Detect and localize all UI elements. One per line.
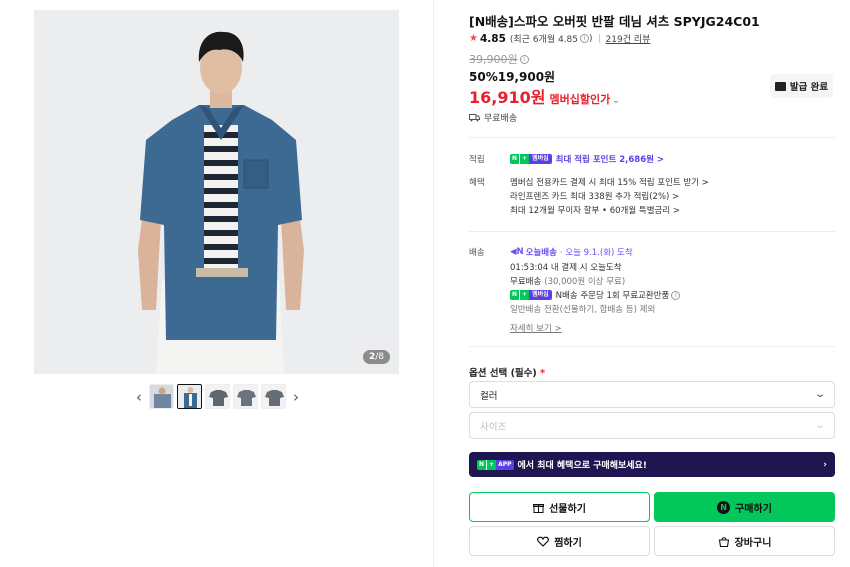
- rating-score: 4.85: [479, 32, 506, 45]
- product-main-image[interactable]: 2/8: [34, 10, 399, 374]
- heart-icon: [537, 536, 550, 547]
- free-shipping-row: 무료배송 (30,000원 이상 무료): [510, 277, 626, 287]
- color-select-label: 컬러: [480, 390, 498, 402]
- size-select[interactable]: 사이즈 ⌄: [469, 412, 835, 439]
- thumbnail-4[interactable]: [233, 384, 258, 409]
- thumbnail-2[interactable]: [177, 384, 202, 409]
- app-banner-text: 에서 최대 혜택으로 구매해보세요!: [517, 461, 647, 471]
- member-price-row[interactable]: 16,910원 멤버십할인가 ⌄: [469, 84, 620, 108]
- chevron-right-icon: ›: [823, 459, 827, 470]
- column-divider: [433, 0, 434, 567]
- max-points-text: 최대 적립 포인트 2,686원 >: [555, 155, 665, 165]
- truck-icon: [469, 113, 480, 121]
- buy-button[interactable]: N 구매하기: [654, 492, 835, 522]
- benefit-line-3[interactable]: 최대 12개월 무이자 할부 • 60개월 특별금리 >: [510, 204, 680, 216]
- rating-detail-end: ): [589, 33, 593, 44]
- benefit-line-1[interactable]: 멤버십 전용카드 결제 시 최대 15% 적립 포인트 받기 >: [510, 176, 709, 188]
- chevron-down-icon: ⌄: [612, 96, 620, 106]
- coupon-label: 발급 완료: [789, 82, 829, 93]
- model-photo: [34, 10, 399, 374]
- price-info-icon[interactable]: i: [519, 54, 529, 64]
- npay-app-badge: N + APP: [477, 459, 514, 470]
- next-thumb-arrow[interactable]: ›: [289, 384, 303, 409]
- rating-row: ★ 4.85 (최근 6개월 4.85 i ) 219건 리뷰: [469, 32, 651, 46]
- npay-membership-badge: N + 멤버십: [510, 154, 552, 164]
- coupon-issued-button[interactable]: 발급 완료: [770, 74, 833, 98]
- benefit-line-2[interactable]: 라인프렌즈 카드 최대 338원 추가 적립(2%) >: [510, 190, 679, 202]
- rating-detail: (최근 6개월 4.85: [509, 35, 579, 45]
- divider: [469, 231, 835, 232]
- divider: [469, 137, 835, 138]
- delivery-label: 배송: [469, 248, 485, 258]
- points-label: 적립: [469, 155, 485, 165]
- discount-row: 50%19,900원: [469, 68, 555, 85]
- cutoff-text: 01:53:04 내 결제 시 오늘도착: [510, 263, 622, 273]
- member-price: 16,910원: [469, 88, 546, 107]
- coupon-icon: [774, 81, 786, 91]
- exchange-info-icon[interactable]: i: [671, 290, 681, 300]
- info-icon[interactable]: i: [580, 34, 590, 43]
- points-value[interactable]: N + 멤버십 최대 적립 포인트 2,686원 >: [510, 153, 664, 165]
- thumbnail-strip: ‹ ›: [132, 384, 303, 409]
- today-delivery-row: ◀N 오늘배송 · 오늘 9.1.(화) 도착: [510, 246, 633, 258]
- npay-icon: N: [717, 500, 731, 514]
- thumbnail-1[interactable]: [149, 384, 174, 409]
- thumbnail-3[interactable]: [205, 384, 230, 409]
- gift-icon: [533, 503, 545, 513]
- member-price-label[interactable]: 멤버십할인가 ⌄: [549, 91, 619, 107]
- divider: [469, 346, 835, 347]
- npay-membership-badge: N + 멤버십: [510, 290, 552, 300]
- delivery-more-link[interactable]: 자세히 보기 >: [510, 322, 562, 334]
- prev-thumb-arrow[interactable]: ‹: [132, 384, 146, 409]
- normal-delivery-note: 일반배송 전환(선물하기, 합배송 등) 제외: [510, 305, 656, 315]
- product-title: [N배송]스파오 오버핏 반팔 데님 셔츠 SPYJG24C01: [469, 14, 760, 29]
- cart-button[interactable]: 장바구니: [654, 526, 835, 556]
- chevron-down-icon: ⌄: [813, 389, 826, 400]
- gift-button[interactable]: 선물하기: [469, 492, 650, 522]
- size-select-label: 사이즈: [480, 421, 507, 433]
- sale-price: 19,900원: [497, 70, 556, 84]
- separator: [598, 34, 600, 43]
- reviews-link[interactable]: 219건 리뷰: [606, 32, 651, 45]
- app-promo-banner[interactable]: N + APP 에서 최대 혜택으로 구매해보세요! ›: [469, 452, 835, 477]
- today-delivery-text: 오늘배송: [525, 248, 557, 258]
- star-icon: ★: [469, 33, 478, 44]
- free-shipping-text: 무료배송: [484, 114, 518, 124]
- thumbnail-5[interactable]: [261, 384, 286, 409]
- exchange-row: N + 멤버십 N배송 주문당 1회 무료교환반품 i: [510, 289, 681, 301]
- chevron-down-icon: ⌄: [813, 420, 826, 431]
- benefits-label: 혜택: [469, 178, 485, 188]
- original-price-row: 39,900원 i: [469, 51, 529, 67]
- today-delivery-date: · 오늘 9.1.(화) 도착: [559, 248, 633, 258]
- cart-icon: [718, 536, 729, 547]
- discount-rate: 50%: [469, 70, 498, 84]
- color-select[interactable]: 컬러 ⌄: [469, 381, 835, 408]
- option-title: 옵션 선택 (필수) *: [469, 368, 546, 379]
- today-delivery-icon: ◀N: [510, 247, 524, 257]
- original-price: 39,900원: [469, 53, 518, 66]
- wishlist-button[interactable]: 찜하기: [469, 526, 650, 556]
- shipping-row: 무료배송: [469, 111, 517, 124]
- image-counter: 2/8: [362, 350, 390, 364]
